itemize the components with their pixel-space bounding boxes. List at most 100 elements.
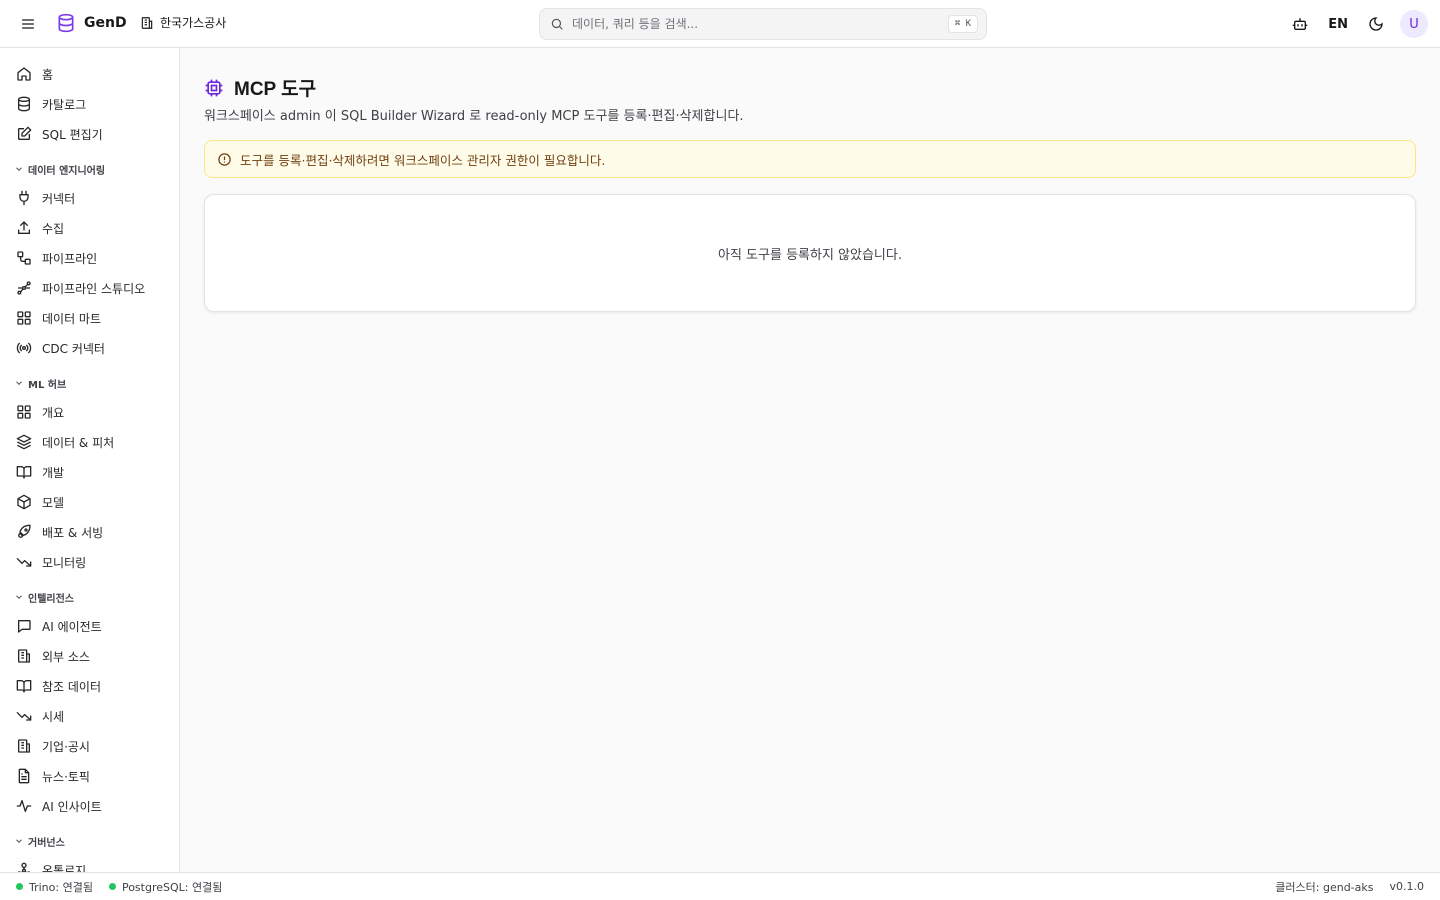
alert-circle-icon — [218, 152, 231, 166]
sidebar-item-data-mart[interactable]: 데이터 마트 — [0, 303, 179, 333]
sidebar-item-deploy-serving[interactable]: 배포 & 서빙 — [0, 517, 179, 547]
sidebar-section-intelligence[interactable]: 인텔리전스 — [0, 586, 179, 608]
moon-icon[interactable] — [1364, 10, 1388, 38]
search-shortcut: ⌘ K — [947, 15, 978, 33]
sidebar-item-ai-insights[interactable]: AI 인사이트 — [0, 791, 179, 821]
search-input[interactable] — [572, 17, 948, 31]
rocket-icon — [18, 524, 31, 538]
app-name: GenD — [84, 15, 127, 31]
sidebar-item-development[interactable]: 개발 — [0, 457, 179, 487]
status-bar: Trino: 연결됨 PostgreSQL: 연결됨 클러스터: gend-ak… — [0, 872, 1440, 900]
layers-icon — [16, 434, 32, 450]
bot-icon[interactable] — [1288, 10, 1312, 38]
sidebar-item-label: 기업·공시 — [42, 739, 90, 754]
postgres-status: PostgreSQL: 연결됨 — [108, 879, 223, 895]
page-description: 워크스페이스 admin 이 SQL Builder Wizard 로 read… — [204, 109, 744, 124]
box-icon — [17, 494, 31, 510]
sidebar-item-label: 데이터 마트 — [42, 311, 102, 326]
edit-icon — [18, 126, 32, 140]
sidebar-item-pipeline[interactable]: 파이프라인 — [0, 243, 179, 273]
activity-icon — [16, 800, 32, 812]
empty-state-text: 아직 도구를 등록하지 않았습니다. — [718, 247, 902, 263]
grid-icon — [17, 311, 31, 325]
org-switcher[interactable]: 한국가스공사 — [140, 14, 226, 31]
page-title: MCP 도구 — [204, 74, 316, 101]
book-open-icon — [16, 680, 32, 693]
sidebar-section-title: 거버넌스 — [28, 837, 65, 849]
sidebar-item-label: 데이터 & 피처 — [42, 435, 115, 450]
building-icon — [18, 739, 30, 753]
sidebar-item-reference-data[interactable]: 참조 데이터 — [0, 671, 179, 701]
plug-icon — [19, 190, 29, 206]
header-actions: EN U — [1288, 10, 1428, 38]
sidebar-item-label: 참조 데이터 — [42, 679, 102, 694]
avatar[interactable]: U — [1400, 10, 1428, 38]
language-toggle[interactable]: EN — [1324, 17, 1352, 32]
postgres-status-text: PostgreSQL: 연결됨 — [121, 880, 223, 894]
sidebar-item-label: CDC 커넥터 — [42, 341, 105, 356]
database-logo-icon — [58, 13, 74, 33]
sidebar-item-external-sources[interactable]: 외부 소스 — [0, 641, 179, 671]
trending-down-icon — [16, 558, 32, 567]
menu-icon[interactable] — [16, 12, 40, 36]
sidebar-section-title: 인텔리전스 — [28, 593, 74, 605]
sidebar-item-label: AI 에이전트 — [42, 619, 102, 634]
sidebar-item-label: 파이프라인 스튜디오 — [42, 281, 146, 296]
sidebar-item-corporate-disclosure[interactable]: 기업·공시 — [0, 731, 179, 761]
app-version: v0.1.0 — [1389, 880, 1425, 893]
spline-icon — [17, 281, 31, 295]
sidebar-item-sql-editor[interactable]: SQL 편집기 — [0, 119, 179, 149]
sidebar-item-pipeline-studio[interactable]: 파이프라인 스튜디오 — [0, 273, 179, 303]
sidebar-item-label: 개발 — [42, 465, 65, 480]
sidebar-item-label: 홈 — [42, 67, 54, 82]
sidebar-item-home[interactable]: 홈 — [0, 59, 179, 89]
chevron-down-icon — [16, 595, 22, 599]
sidebar-item-quotes[interactable]: 시세 — [0, 701, 179, 731]
sidebar-item-label: 뉴스·토픽 — [42, 769, 90, 784]
database-icon — [18, 96, 30, 112]
upload-icon — [18, 221, 30, 234]
building-icon — [18, 649, 30, 663]
sidebar-item-label: 수집 — [42, 221, 65, 236]
top-bar: GenD 한국가스공사 ⌘ K EN U — [0, 0, 1440, 48]
sidebar-item-monitoring[interactable]: 모니터링 — [0, 547, 179, 577]
app-logo[interactable]: GenD — [56, 12, 127, 34]
sidebar-item-ai-agent[interactable]: AI 에이전트 — [0, 611, 179, 641]
sidebar-item-data-features[interactable]: 데이터 & 피처 — [0, 427, 179, 457]
sidebar-section-governance[interactable]: 거버넌스 — [0, 830, 179, 852]
sidebar-item-ingest[interactable]: 수집 — [0, 213, 179, 243]
sidebar-item-ontology[interactable]: 온톨로지 — [0, 855, 179, 872]
cluster-name: 클러스터: gend-aks — [1275, 880, 1374, 894]
sidebar-section-data-engineering[interactable]: 데이터 엔지니어링 — [0, 158, 179, 180]
sidebar-item-cdc-connector[interactable]: CDC 커넥터 — [0, 333, 179, 363]
sidebar-item-connectors[interactable]: 커넥터 — [0, 183, 179, 213]
status-dot — [16, 883, 23, 890]
sidebar-item-label: 시세 — [42, 709, 65, 724]
status-dot — [108, 883, 116, 890]
home-icon — [17, 67, 31, 81]
network-icon — [17, 862, 31, 872]
sidebar-section-title: 데이터 엔지니어링 — [28, 165, 106, 177]
sidebar-item-models[interactable]: 모델 — [0, 487, 179, 517]
permission-alert: 도구를 등록·편집·삭제하려면 워크스페이스 관리자 권한이 필요합니다. — [204, 140, 1416, 178]
sidebar-item-label: 개요 — [42, 405, 65, 420]
search-icon — [551, 18, 563, 30]
grid-icon — [17, 405, 31, 419]
sidebar-item-label: AI 인사이트 — [42, 799, 102, 814]
sidebar-item-label: 외부 소스 — [42, 649, 90, 664]
empty-state-card: 아직 도구를 등록하지 않았습니다. — [204, 194, 1416, 312]
sidebar-item-label: SQL 편집기 — [42, 127, 103, 142]
sidebar-section-ml-hub[interactable]: ML 허브 — [0, 372, 179, 394]
search-box[interactable]: ⌘ K — [539, 8, 987, 40]
sidebar-item-label: 모델 — [42, 495, 65, 510]
sidebar-item-label: 카탈로그 — [42, 97, 87, 112]
sidebar-item-news-topics[interactable]: 뉴스·토픽 — [0, 761, 179, 791]
workflow-icon — [17, 251, 31, 265]
sidebar-item-catalog[interactable]: 카탈로그 — [0, 89, 179, 119]
book-open-icon — [16, 466, 32, 479]
cpu-icon — [205, 79, 223, 96]
sidebar-item-ml-overview[interactable]: 개요 — [0, 397, 179, 427]
cluster-info: 클러스터: gend-aks v0.1.0 — [1275, 879, 1424, 895]
alert-text: 도구를 등록·편집·삭제하려면 워크스페이스 관리자 권한이 필요합니다. — [240, 152, 606, 168]
chevron-down-icon — [16, 381, 22, 385]
